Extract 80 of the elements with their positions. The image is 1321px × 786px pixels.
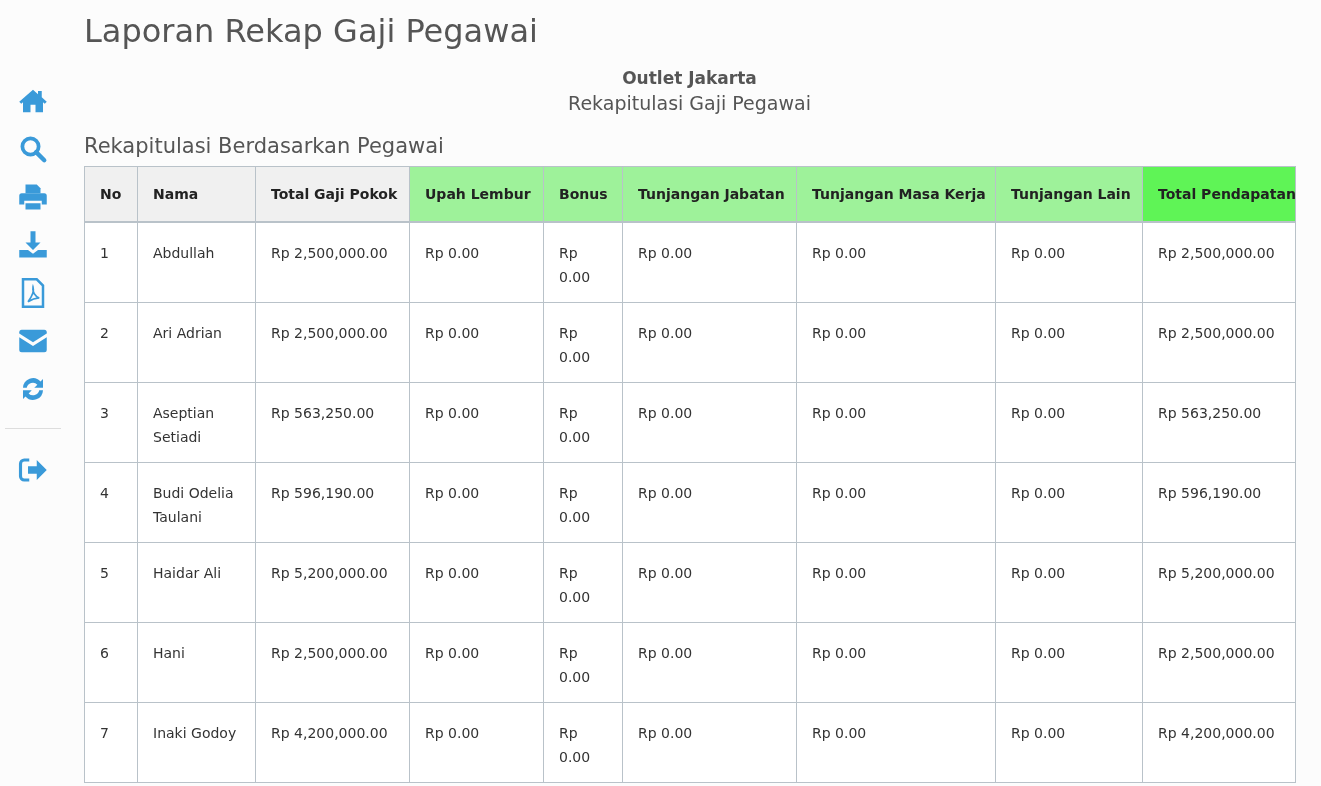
table-cell: Rp 596,190.00 (255, 462, 410, 543)
report-subtitle: Rekapitulasi Gaji Pegawai (568, 92, 811, 114)
table-cell: Rp 2,500,000.00 (1142, 222, 1296, 303)
table-cell: Rp 0.00 (796, 702, 996, 783)
printer-icon[interactable] (18, 182, 48, 212)
table-cell: Rp 0.00 (995, 542, 1143, 623)
table-cell: Rp 0.00 (622, 222, 797, 303)
column-header: Total Gaji Pokok (255, 166, 410, 222)
table-cell: Rp 0.00 (995, 302, 1143, 383)
table-cell: Rp 2,500,000.00 (255, 222, 410, 303)
table-cell: Rp 0.00 (543, 462, 623, 543)
column-header: Total Pendapatan (1142, 166, 1296, 222)
column-header: Tunjangan Masa Kerja (796, 166, 996, 222)
table-cell: Rp 563,250.00 (1142, 382, 1296, 463)
table-cell: 7 (84, 702, 138, 783)
table-cell: Rp 0.00 (995, 622, 1143, 703)
logout-icon[interactable] (18, 455, 48, 485)
table-cell: Rp 0.00 (995, 702, 1143, 783)
table-cell: Rp 0.00 (622, 542, 797, 623)
table-cell: Hani (137, 622, 256, 703)
table-cell: Rp 4,200,000.00 (1142, 702, 1296, 783)
download-icon[interactable] (18, 230, 48, 260)
table-cell: 5 (84, 542, 138, 623)
section-title: Rekapitulasi Berdasarkan Pegawai (84, 134, 445, 158)
table-cell: Rp 0.00 (409, 462, 544, 543)
table-cell: 4 (84, 462, 138, 543)
table-cell: Rp 0.00 (796, 542, 996, 623)
column-header: No (84, 166, 138, 222)
table-cell: Rp 0.00 (622, 382, 797, 463)
table-cell: Haidar Ali (137, 542, 256, 623)
table-cell: Rp 0.00 (409, 222, 544, 303)
table-cell: Rp 4,200,000.00 (255, 702, 410, 783)
table-cell: Rp 0.00 (409, 702, 544, 783)
column-header: Bonus (543, 166, 623, 222)
table-cell: Rp 2,500,000.00 (255, 302, 410, 383)
table-cell: Rp 0.00 (543, 542, 623, 623)
table-cell: Rp 0.00 (796, 222, 996, 303)
table-cell: Rp 0.00 (622, 702, 797, 783)
column-header: Tunjangan Jabatan (622, 166, 797, 222)
table-cell: Ari Adrian (137, 302, 256, 383)
table-cell: Rp 0.00 (543, 382, 623, 463)
table-cell: Rp 0.00 (995, 382, 1143, 463)
table-cell: 3 (84, 382, 138, 463)
table-cell: 6 (84, 622, 138, 703)
table-cell: Abdullah (137, 222, 256, 303)
table-cell: Rp 0.00 (622, 622, 797, 703)
table-cell: Rp 2,500,000.00 (1142, 622, 1296, 703)
table-cell: Rp 0.00 (409, 542, 544, 623)
table-cell: Rp 596,190.00 (1142, 462, 1296, 543)
table-cell: Budi Odelia Taulani (137, 462, 256, 543)
table-cell: Rp 2,500,000.00 (255, 622, 410, 703)
column-header: Tunjangan Lain (995, 166, 1143, 222)
table-cell: Rp 0.00 (995, 222, 1143, 303)
table-cell: Rp 0.00 (622, 462, 797, 543)
column-header: Nama (137, 166, 256, 222)
table-cell: Rp 0.00 (543, 302, 623, 383)
table-cell: Rp 0.00 (543, 702, 623, 783)
table-cell: Rp 0.00 (995, 462, 1143, 543)
table-cell: Rp 563,250.00 (255, 382, 410, 463)
table-cell: Rp 0.00 (409, 622, 544, 703)
table-cell: Rp 5,200,000.00 (1142, 542, 1296, 623)
page-title: Laporan Rekap Gaji Pegawai (84, 12, 539, 50)
table-cell: Rp 2,500,000.00 (1142, 302, 1296, 383)
table-cell: Rp 5,200,000.00 (255, 542, 410, 623)
column-header: Upah Lembur (409, 166, 544, 222)
table-cell: 1 (84, 222, 138, 303)
table-cell: 2 (84, 302, 138, 383)
search-icon[interactable] (18, 134, 48, 164)
table-cell: Rp 0.00 (543, 622, 623, 703)
table-cell: Rp 0.00 (409, 382, 544, 463)
table-cell: Rp 0.00 (796, 302, 996, 383)
table-cell: Rp 0.00 (796, 382, 996, 463)
table-cell: Rp 0.00 (796, 462, 996, 543)
table-cell: Rp 0.00 (622, 302, 797, 383)
table-cell: Rp 0.00 (543, 222, 623, 303)
table-cell: Rp 0.00 (409, 302, 544, 383)
table-cell: Rp 0.00 (796, 622, 996, 703)
outlet-name: Outlet Jakarta (622, 68, 757, 88)
table-cell: Inaki Godoy (137, 702, 256, 783)
table-cell: Aseptian Setiadi (137, 382, 256, 463)
